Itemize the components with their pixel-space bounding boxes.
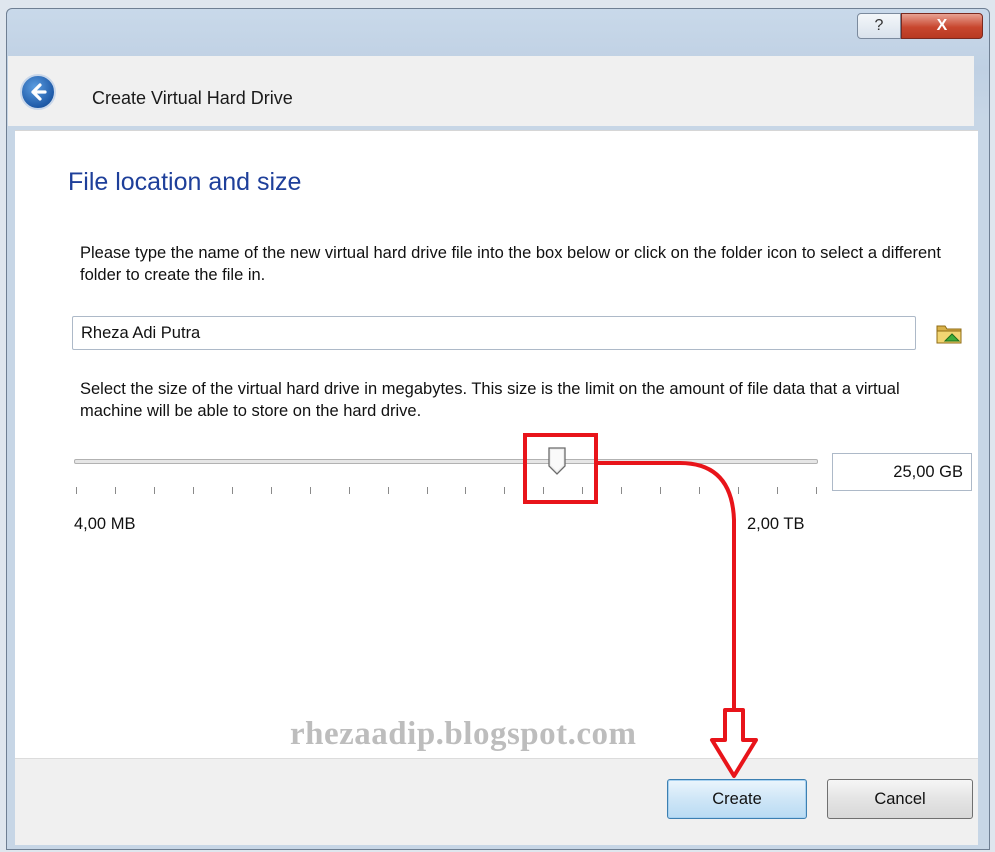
back-button[interactable] [20,74,56,110]
titlebar-buttons: ? X [857,13,983,39]
slider-tick [543,487,545,494]
slider-tick [426,487,428,494]
file-name-input[interactable] [72,316,916,350]
folder-icon [936,325,962,344]
slider-tick [660,487,662,494]
slider-tick [309,487,311,494]
slider-tick [738,487,740,494]
help-icon: ? [874,17,884,34]
wizard-content [15,130,978,759]
slider-tick [270,487,272,494]
slider-tick [621,487,623,494]
slider-tick [76,487,77,494]
slider-tick [231,487,233,494]
close-button[interactable]: X [901,13,983,39]
select-folder-button[interactable] [934,320,964,346]
slider-tick [387,487,389,494]
slider-tick [504,487,506,494]
size-min-label: 4,00 MB [74,515,136,533]
page-title: File location and size [68,168,302,196]
slider-tick [192,487,194,494]
slider-tick [777,487,779,494]
back-arrow-icon [31,83,47,101]
slider-tick [114,487,116,494]
size-max-label: 2,00 TB [747,515,805,533]
help-button[interactable]: ? [857,13,901,39]
size-description: Select the size of the virtual hard driv… [80,380,900,420]
size-slider-track[interactable] [74,459,818,464]
location-description: Please type the name of the new virtual … [80,244,941,284]
wizard-title: Create Virtual Hard Drive [92,88,293,108]
create-button[interactable]: Create [667,779,807,819]
size-slider-thumb[interactable] [547,446,567,476]
slider-tick [699,487,701,494]
size-value-input[interactable] [832,453,972,491]
slider-tick [348,487,350,494]
close-icon: X [936,17,948,34]
slider-tick [816,487,817,494]
slider-tick [153,487,155,494]
cancel-button[interactable]: Cancel [827,779,973,819]
slider-tick [465,487,467,494]
watermark: rhezaadip.blogspot.com [290,716,637,752]
slider-tick [582,487,584,494]
